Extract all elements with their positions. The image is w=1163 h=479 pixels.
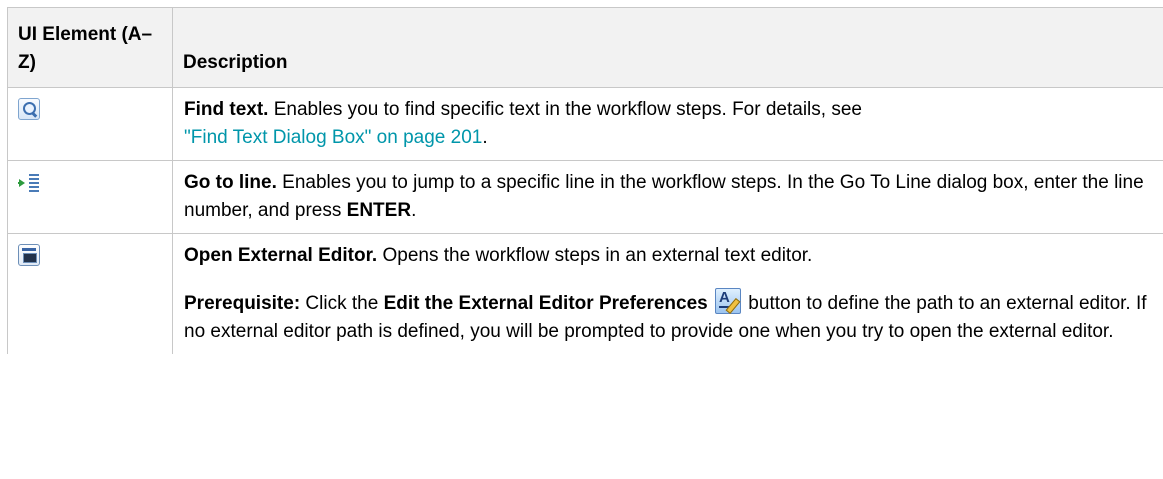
- go-to-line-icon: [18, 171, 40, 193]
- open-external-editor-body: Opens the workflow steps in an external …: [377, 245, 813, 266]
- go-to-line-description: Go to line. Enables you to jump to a spe…: [184, 169, 1163, 225]
- ui-element-cell: [7, 160, 173, 234]
- find-text-description: Find text. Enables you to find specific …: [184, 96, 1163, 152]
- go-to-line-title: Go to line.: [184, 172, 277, 193]
- ui-element-cell: [7, 87, 173, 161]
- prerequisite-note: Prerequisite: Click the Edit the Externa…: [184, 288, 1163, 346]
- table-header-row: UI Element (A–Z) Description: [7, 7, 1163, 88]
- open-external-editor-title: Open External Editor.: [184, 245, 378, 266]
- find-text-body: Enables you to find specific text in the…: [268, 99, 862, 120]
- prerequisite-text-start: Click the: [300, 293, 384, 314]
- go-to-line-period: .: [411, 200, 417, 221]
- editor-preferences-icon: A: [715, 288, 742, 315]
- header-description: Description: [172, 7, 1163, 88]
- find-text-period: .: [482, 127, 488, 148]
- header-ui-element: UI Element (A–Z): [7, 7, 173, 88]
- table-row: Open External Editor. Opens the workflow…: [7, 233, 1163, 354]
- ui-element-cell: [7, 233, 173, 354]
- table-row: Find text. Enables you to find specific …: [7, 87, 1163, 161]
- external-editor-icon: [18, 244, 40, 266]
- prerequisite-label: Prerequisite:: [184, 293, 301, 314]
- ui-elements-table: UI Element (A–Z) Description Find text. …: [7, 7, 1163, 354]
- go-to-line-body: Enables you to jump to a specific line i…: [184, 172, 1144, 221]
- description-cell: Go to line. Enables you to jump to a spe…: [172, 160, 1163, 234]
- enter-key: ENTER: [346, 200, 412, 221]
- description-cell: Find text. Enables you to find specific …: [172, 87, 1163, 161]
- table-row: Go to line. Enables you to jump to a spe…: [7, 160, 1163, 234]
- find-text-dialog-link[interactable]: "Find Text Dialog Box" on page 201: [184, 127, 482, 148]
- find-text-title: Find text.: [184, 99, 269, 120]
- description-cell: Open External Editor. Opens the workflow…: [172, 233, 1163, 354]
- search-icon: [18, 98, 40, 120]
- edit-preferences-button-name: Edit the External Editor Preferences: [383, 293, 708, 314]
- open-external-editor-description: Open External Editor. Opens the workflow…: [184, 242, 1163, 270]
